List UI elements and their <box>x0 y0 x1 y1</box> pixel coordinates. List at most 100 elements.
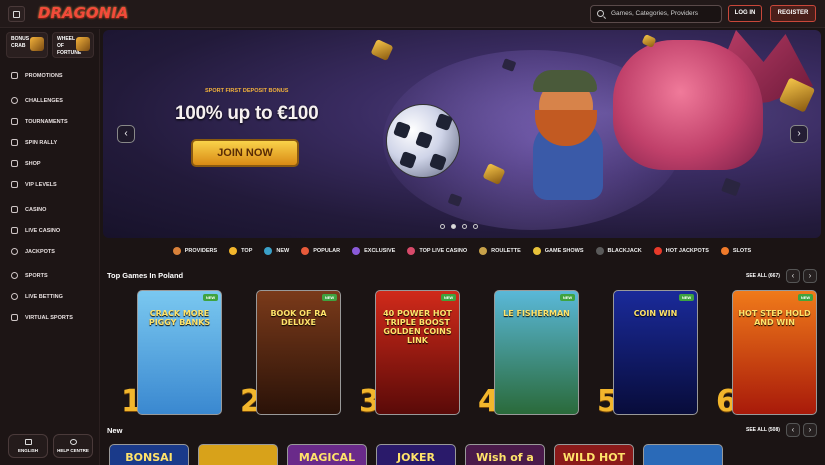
sidebar-item-spin-rally[interactable]: SPIN RALLY <box>11 139 57 146</box>
cart-icon <box>11 160 18 167</box>
new-badge: NEW <box>560 294 575 301</box>
game-card[interactable]: NEW HOT STEP HOLD AND WIN <box>732 290 817 415</box>
top-header: DRAGONIA Games, Categories, Providers LO… <box>0 0 825 28</box>
category-slots[interactable]: SLOTS <box>720 247 752 255</box>
sidebar-item-virtual-sports[interactable]: VIRTUAL SPORTS <box>11 314 73 321</box>
category-icon <box>720 247 729 255</box>
sidebar-item-label: LIVE BETTING <box>25 293 63 300</box>
new-game-card[interactable]: MAGICAL <box>287 444 367 465</box>
sidebar-item-live-casino[interactable]: LIVE CASINO <box>11 227 60 234</box>
category-icon <box>407 247 416 255</box>
game-card[interactable]: NEW COIN WIN <box>613 290 698 415</box>
search-placeholder: Games, Categories, Providers <box>611 10 699 17</box>
new-games-see-all-link[interactable]: SEE ALL (508) <box>746 427 780 433</box>
sidebar-item-live-betting[interactable]: LIVE BETTING <box>11 293 63 300</box>
ball-icon <box>11 272 18 279</box>
sidebar: BONUS CRAB WHEEL OF FORTUNE PROMOTIONS C… <box>0 29 100 465</box>
game-title: COIN WIN <box>633 309 678 318</box>
new-games-prev-button[interactable]: ‹ <box>786 423 800 437</box>
language-button[interactable]: ENGLISH <box>8 434 48 458</box>
top-games-title: Top Games In Poland <box>107 271 184 280</box>
register-button[interactable]: REGISTER <box>770 5 816 22</box>
help-centre-button[interactable]: HELP CENTRE <box>53 434 93 458</box>
new-game-card[interactable]: BONSAI <box>109 444 189 465</box>
carousel-dot[interactable] <box>451 224 456 229</box>
top-games-next-button[interactable]: › <box>803 269 817 283</box>
gift-icon <box>11 72 18 79</box>
new-game-card[interactable]: Wish of a <box>465 444 545 465</box>
sidebar-item-challenges[interactable]: CHALLENGES <box>11 97 63 104</box>
crab-icon <box>30 37 44 51</box>
hero-banner[interactable]: SPORT FIRST DEPOSIT BONUS 100% up to €10… <box>103 30 821 238</box>
game-title: HOT STEP HOLD AND WIN <box>738 309 811 327</box>
category-top[interactable]: TOP <box>229 247 252 255</box>
category-roulette[interactable]: ROULETTE <box>479 247 521 255</box>
category-exclusive[interactable]: EXCLUSIVE <box>352 247 395 255</box>
category-label: TOP LIVE CASINO <box>419 248 468 254</box>
new-badge: NEW <box>203 294 218 301</box>
sidebar-item-promotions[interactable]: PROMOTIONS <box>11 72 63 79</box>
bonus-crab-tile[interactable]: BONUS CRAB <box>6 32 48 58</box>
category-icon <box>352 247 361 255</box>
sidebar-item-label: SHOP <box>25 160 41 167</box>
top-games-see-all-link[interactable]: SEE ALL (667) <box>746 273 780 279</box>
sidebar-item-sports[interactable]: SPORTS <box>11 272 48 279</box>
game-card[interactable]: NEW BOOK OF RA DELUXE <box>256 290 341 415</box>
category-game-shows[interactable]: GAME SHOWS <box>532 247 584 255</box>
carousel-dot[interactable] <box>462 224 467 229</box>
wheel-of-fortune-tile[interactable]: WHEEL OF FORTUNE <box>52 32 94 58</box>
join-now-button[interactable]: JOIN NOW <box>191 139 299 167</box>
category-label: NEW <box>276 248 290 254</box>
flag-icon <box>11 139 18 146</box>
clock-icon <box>11 293 18 300</box>
game-title: 40 POWER HOT TRIPLE BOOST GOLDEN COINS L… <box>383 309 452 345</box>
help-centre-label: HELP CENTRE <box>57 448 89 453</box>
top-games-prev-button[interactable]: ‹ <box>786 269 800 283</box>
search-icon <box>597 10 604 17</box>
new-game-card[interactable]: JOKER <box>376 444 456 465</box>
bonus-crab-label: BONUS CRAB <box>11 36 30 49</box>
category-blackjack[interactable]: BLACKJACK <box>595 247 642 255</box>
sidebar-item-jackpots[interactable]: JACKPOTS <box>11 248 55 255</box>
category-label: HOT JACKPOTS <box>665 248 709 254</box>
new-games-next-button[interactable]: › <box>803 423 817 437</box>
category-icon <box>301 247 310 255</box>
game-card[interactable]: NEW 40 POWER HOT TRIPLE BOOST GOLDEN COIN… <box>375 290 460 415</box>
language-label: ENGLISH <box>17 448 38 453</box>
sidebar-item-label: CHALLENGES <box>25 97 63 104</box>
new-game-card[interactable] <box>198 444 278 465</box>
sidebar-item-vip-levels[interactable]: VIP LEVELS <box>11 181 57 188</box>
category-label: EXCLUSIVE <box>364 248 396 254</box>
carousel-prev-button[interactable]: ‹ <box>117 125 135 143</box>
carousel-dots[interactable] <box>440 224 478 229</box>
category-label: SLOTS <box>732 248 752 254</box>
sidebar-toggle-button[interactable] <box>8 6 25 22</box>
site-logo[interactable]: DRAGONIA <box>38 4 128 22</box>
sidebar-item-label: SPIN RALLY <box>25 139 58 146</box>
category-new[interactable]: NEW <box>264 247 289 255</box>
sidebar-item-tournaments[interactable]: TOURNAMENTS <box>11 118 68 125</box>
login-button[interactable]: LOG IN <box>728 5 762 22</box>
category-icon <box>595 247 604 255</box>
sidebar-item-casino[interactable]: CASINO <box>11 206 46 213</box>
carousel-dot[interactable] <box>440 224 445 229</box>
sidebar-item-label: CASINO <box>25 206 47 213</box>
new-game-card[interactable] <box>643 444 723 465</box>
new-badge: NEW <box>798 294 813 301</box>
game-card[interactable]: NEW CRACK MORE PIGGY BANKS <box>137 290 222 415</box>
game-card[interactable]: NEW LE FISHERMAN <box>494 290 579 415</box>
carousel-dot[interactable] <box>473 224 478 229</box>
sidebar-item-label: JACKPOTS <box>25 248 55 255</box>
new-badge: NEW <box>441 294 456 301</box>
category-providers[interactable]: PROVIDERS <box>172 247 217 255</box>
new-game-card[interactable]: WILD HOT <box>554 444 634 465</box>
category-popular[interactable]: POPULAR <box>301 247 340 255</box>
game-title: LE FISHERMAN <box>503 309 570 318</box>
search-input[interactable]: Games, Categories, Providers <box>590 5 722 23</box>
category-top-live-casino[interactable]: TOP LIVE CASINO <box>407 247 467 255</box>
category-icon <box>532 247 541 255</box>
category-hot-jackpots[interactable]: HOT JACKPOTS <box>653 247 709 255</box>
carousel-next-button[interactable]: › <box>790 125 808 143</box>
category-icon <box>479 247 488 255</box>
sidebar-item-shop[interactable]: SHOP <box>11 160 41 167</box>
